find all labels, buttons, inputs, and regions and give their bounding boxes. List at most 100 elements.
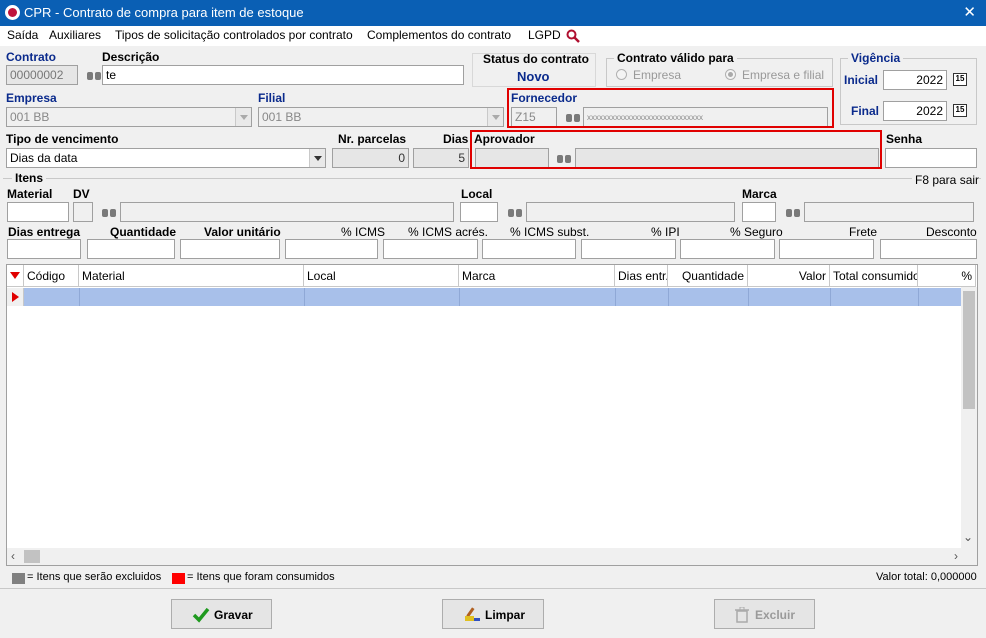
material-label: Material	[7, 187, 53, 201]
icms-label: % ICMS	[341, 225, 386, 239]
chevron-down-icon[interactable]	[309, 149, 325, 167]
menu-tipos-solicitacao[interactable]: Tipos de solicitação controlados por con…	[115, 28, 353, 42]
col-dias-entr[interactable]: Dias entr.	[615, 265, 668, 287]
binoculars-icon[interactable]	[87, 69, 101, 81]
calendar-icon[interactable]: 15	[953, 73, 967, 86]
parcelas-field[interactable]: 0	[332, 148, 409, 168]
filial-combo[interactable]: 001 BB	[258, 107, 504, 127]
menu-complementos[interactable]: Complementos do contrato	[367, 28, 511, 42]
menu-saida[interactable]: Saída	[7, 28, 38, 42]
dv-field[interactable]	[73, 202, 93, 222]
eraser-icon	[465, 607, 480, 621]
col-percent[interactable]: %	[918, 265, 976, 287]
aprovador-highlight	[470, 130, 882, 169]
final-label: Final	[851, 104, 880, 118]
col-total-consumido[interactable]: Total consumido	[830, 265, 918, 287]
table-row[interactable]	[24, 288, 965, 306]
close-icon[interactable]: ✕	[963, 3, 976, 21]
gravar-label: Gravar	[214, 608, 253, 622]
vencimento-combo[interactable]: Dias da data	[6, 148, 326, 168]
horizontal-scrollbar[interactable]: ‹ ›	[7, 548, 977, 565]
senha-label: Senha	[886, 132, 923, 146]
consumed-color-swatch	[172, 573, 185, 584]
ipi-field[interactable]	[581, 239, 676, 259]
vencimento-label: Tipo de vencimento	[6, 132, 119, 146]
marca-field[interactable]	[742, 202, 776, 222]
dias-entrega-label: Dias entrega	[8, 225, 81, 239]
chevron-down-icon[interactable]	[487, 108, 503, 126]
binoculars-icon[interactable]	[786, 206, 800, 218]
descricao-label: Descrição	[102, 50, 160, 64]
material-field[interactable]	[7, 202, 69, 222]
filial-label: Filial	[258, 91, 286, 105]
marca-desc-field[interactable]	[804, 202, 974, 222]
icms-subst-label: % ICMS subst.	[510, 225, 590, 239]
sort-arrow-icon	[10, 272, 20, 279]
col-local[interactable]: Local	[304, 265, 459, 287]
chevron-down-icon[interactable]	[235, 108, 251, 126]
vertical-scrollbar[interactable]	[961, 287, 977, 549]
contrato-field[interactable]: 00000002	[6, 65, 78, 85]
empresa-combo[interactable]: 001 BB	[6, 107, 252, 127]
quantidade-field[interactable]	[87, 239, 175, 259]
local-label: Local	[461, 187, 493, 201]
dias-field[interactable]: 5	[413, 148, 469, 168]
menu-bar: Saída Auxiliares Tipos de solicitação co…	[0, 26, 986, 46]
menu-lgpd[interactable]: LGPD	[528, 28, 561, 42]
col-valor[interactable]: Valor	[748, 265, 830, 287]
calendar-icon[interactable]: 15	[953, 104, 967, 117]
local-field[interactable]	[460, 202, 498, 222]
excluded-legend: = Itens que serão excluidos	[27, 571, 162, 583]
frete-field[interactable]	[779, 239, 874, 259]
icms-subst-field[interactable]	[482, 239, 576, 259]
radio-empresa-label: Empresa	[633, 68, 682, 82]
icms-acres-field[interactable]	[383, 239, 478, 259]
limpar-label: Limpar	[485, 608, 526, 622]
trash-icon	[735, 607, 749, 623]
col-quantidade[interactable]: Quantidade	[668, 265, 748, 287]
material-desc-field[interactable]	[120, 202, 454, 222]
descricao-field[interactable]: te	[102, 65, 464, 85]
scroll-down-icon[interactable]: ⌄	[963, 530, 973, 544]
grid-indicator-header	[7, 265, 24, 287]
limpar-button[interactable]: Limpar	[442, 599, 544, 629]
dias-label: Dias	[443, 132, 469, 146]
col-material[interactable]: Material	[79, 265, 304, 287]
inicial-date-field[interactable]: 2022	[883, 70, 947, 90]
binoculars-icon[interactable]	[102, 206, 116, 218]
dias-entrega-field[interactable]	[7, 239, 81, 259]
gravar-button[interactable]: Gravar	[171, 599, 272, 629]
marca-label: Marca	[742, 187, 777, 201]
status-value: Novo	[517, 69, 550, 84]
valor-unitario-field[interactable]	[180, 239, 280, 259]
excluir-button[interactable]: Excluir	[714, 599, 815, 629]
seguro-field[interactable]	[680, 239, 775, 259]
row-indicator	[7, 288, 24, 306]
items-grid[interactable]: Código Material Local Marca Dias entr. Q…	[6, 264, 978, 566]
radio-empresa-filial[interactable]	[725, 69, 736, 80]
icms-field[interactable]	[285, 239, 378, 259]
vertical-scroll-thumb[interactable]	[963, 291, 975, 409]
consumed-legend: = Itens que foram consumidos	[187, 571, 335, 583]
valido-label: Contrato válido para	[614, 51, 737, 65]
col-codigo[interactable]: Código	[24, 265, 79, 287]
search-icon[interactable]	[566, 29, 580, 43]
seguro-label: % Seguro	[730, 225, 783, 239]
scroll-left-icon[interactable]: ‹	[11, 549, 15, 563]
total-value: Valor total: 0,000000	[876, 571, 977, 583]
excluir-label: Excluir	[755, 608, 796, 622]
desconto-field[interactable]	[880, 239, 977, 259]
binoculars-icon[interactable]	[508, 206, 522, 218]
dv-label: DV	[73, 187, 90, 201]
checkmark-icon	[192, 607, 210, 623]
scroll-right-icon[interactable]: ›	[954, 549, 958, 563]
final-date-field[interactable]: 2022	[883, 101, 947, 121]
radio-empresa[interactable]	[616, 69, 627, 80]
local-desc-field[interactable]	[526, 202, 735, 222]
horizontal-scroll-thumb[interactable]	[24, 550, 40, 563]
col-marca[interactable]: Marca	[459, 265, 615, 287]
empresa-label: Empresa	[6, 91, 57, 105]
quantidade-label: Quantidade	[110, 225, 177, 239]
menu-auxiliares[interactable]: Auxiliares	[49, 28, 101, 42]
senha-field[interactable]	[885, 148, 977, 168]
